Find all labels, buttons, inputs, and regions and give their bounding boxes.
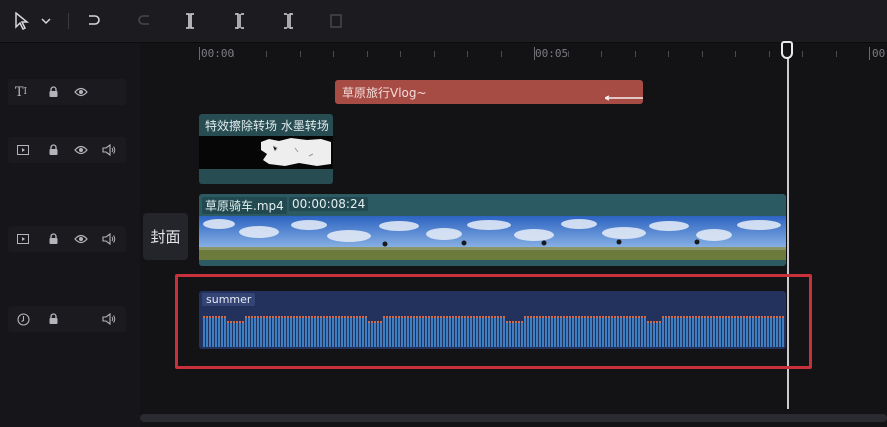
ruler-tick bbox=[768, 51, 770, 57]
split-right-icon[interactable] bbox=[278, 10, 298, 32]
ruler-tick bbox=[333, 51, 334, 57]
ruler-tick bbox=[701, 51, 703, 57]
ruler-tick bbox=[299, 51, 301, 57]
track-header-effect bbox=[8, 137, 126, 163]
split-icon[interactable] bbox=[180, 10, 200, 32]
ruler-tick bbox=[400, 51, 401, 57]
highlight-box bbox=[175, 274, 812, 369]
ruler-tick bbox=[601, 51, 602, 57]
video-track-icon bbox=[14, 141, 32, 159]
ruler-tick bbox=[735, 51, 736, 57]
dropdown-chevron-icon[interactable] bbox=[38, 10, 54, 32]
track-header-text: TI bbox=[8, 79, 126, 105]
ruler-tick bbox=[534, 47, 535, 60]
split-left-icon[interactable] bbox=[230, 10, 250, 32]
select-cursor-icon[interactable] bbox=[12, 10, 32, 32]
fade-arrow-icon bbox=[605, 95, 643, 101]
effect-thumbnail bbox=[199, 136, 333, 169]
ruler-tick bbox=[433, 51, 435, 57]
ruler-tick bbox=[232, 51, 234, 57]
playhead-handle[interactable] bbox=[781, 41, 793, 59]
ruler-tick bbox=[266, 51, 267, 57]
timeline-toolbar bbox=[0, 0, 887, 43]
video-clip-duration: 00:00:08:24 bbox=[289, 197, 369, 211]
lock-icon[interactable] bbox=[44, 230, 62, 248]
ruler-tick bbox=[869, 47, 870, 60]
ruler-tick bbox=[802, 51, 803, 57]
redo-icon[interactable] bbox=[134, 10, 154, 32]
lock-icon[interactable] bbox=[44, 83, 62, 101]
lock-icon[interactable] bbox=[44, 141, 62, 159]
text-clip[interactable]: 草原旅行Vlog~ bbox=[335, 80, 643, 104]
ruler-label: 00:00 bbox=[201, 47, 235, 60]
toolbar-separator bbox=[68, 13, 69, 29]
ruler-tick bbox=[366, 51, 368, 57]
ruler-tick bbox=[467, 51, 468, 57]
undo-icon[interactable] bbox=[84, 10, 104, 32]
track-header-audio bbox=[8, 306, 126, 332]
delete-icon[interactable] bbox=[326, 10, 346, 32]
ruler-tick bbox=[567, 51, 569, 57]
volume-icon[interactable] bbox=[100, 310, 118, 328]
lock-icon[interactable] bbox=[44, 310, 62, 328]
volume-icon[interactable] bbox=[100, 141, 118, 159]
ruler-tick bbox=[634, 51, 636, 57]
ruler-label: 00 bbox=[872, 47, 886, 60]
text-clip-label: 草原旅行Vlog~ bbox=[342, 86, 427, 100]
ruler-tick bbox=[500, 51, 502, 57]
ruler-label: 00:05 bbox=[535, 47, 569, 60]
visibility-eye-icon[interactable] bbox=[72, 83, 90, 101]
ruler-tick bbox=[668, 51, 669, 57]
video-clip-filename: 草原骑车.mp4 bbox=[202, 197, 287, 214]
video-track-icon bbox=[14, 230, 32, 248]
horizontal-scrollbar[interactable] bbox=[140, 414, 887, 422]
ruler-tick bbox=[199, 47, 200, 60]
audio-track-icon bbox=[14, 310, 32, 328]
video-thumbnail-strip bbox=[199, 216, 786, 260]
transition-effect-clip[interactable]: 特效擦除转场 水墨转场 bbox=[199, 114, 333, 184]
visibility-eye-icon[interactable] bbox=[72, 230, 90, 248]
video-clip[interactable]: 草原骑车.mp4 00:00:08:24 bbox=[199, 194, 786, 266]
text-track-icon: TI bbox=[14, 84, 28, 100]
track-headers-panel: TI bbox=[0, 43, 140, 427]
visibility-eye-icon[interactable] bbox=[72, 141, 90, 159]
time-ruler[interactable]: 00:00 00:05 00 bbox=[140, 43, 887, 69]
ruler-tick bbox=[835, 51, 837, 57]
volume-icon[interactable] bbox=[100, 230, 118, 248]
cover-button[interactable]: 封面 bbox=[143, 213, 188, 260]
effect-clip-label: 特效擦除转场 水墨转场 bbox=[205, 119, 329, 133]
track-header-video bbox=[8, 226, 126, 252]
